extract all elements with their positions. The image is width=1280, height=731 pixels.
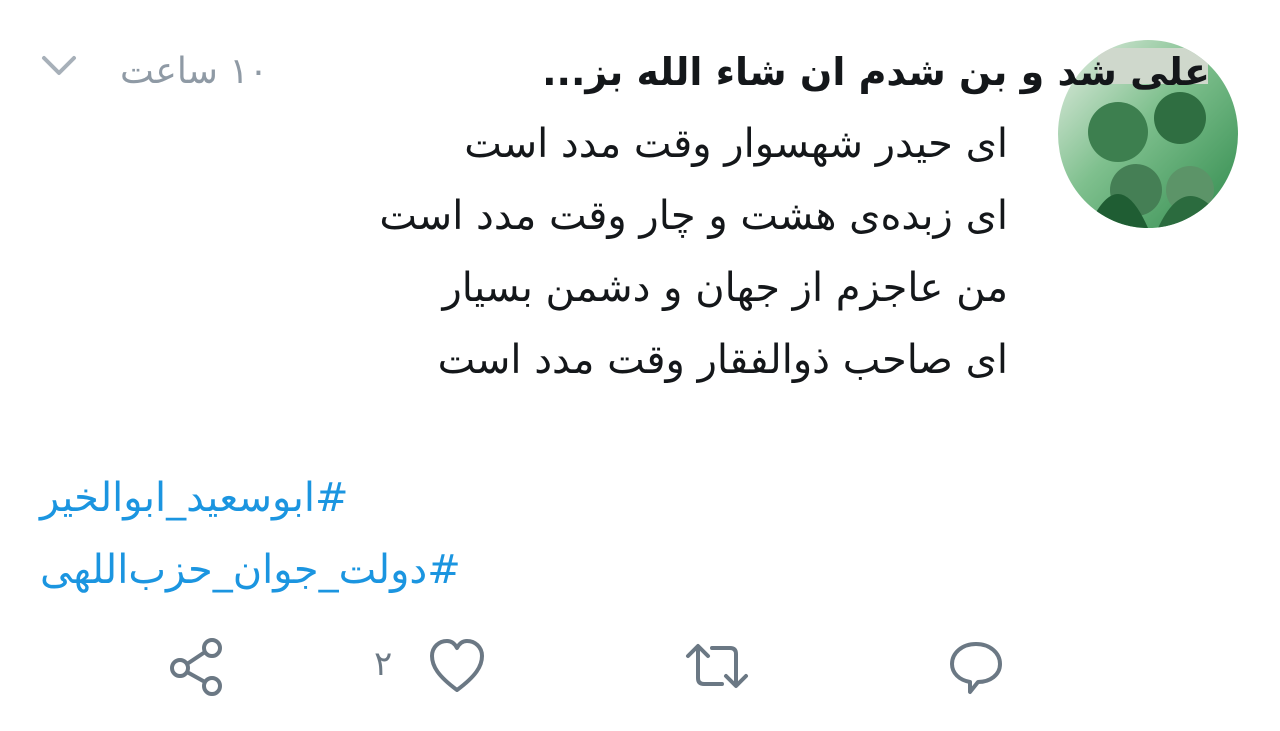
tweet: ۱۰ ساعت علی شد و بن شدم ان شاء الله بز..… — [0, 0, 1280, 731]
tweet-line: ای زبده‌ی هشت و چار وقت مدد است — [379, 193, 1008, 239]
tweet-line: من عاجزم از جهان و دشمن بسیار — [442, 265, 1008, 311]
heart-icon — [430, 639, 484, 692]
hashtag-link[interactable]: #دولت_جوان_حزب‌اللهی — [40, 534, 600, 606]
tweet-line: ای صاحب ذوالفقار وقت مدد است — [437, 337, 1008, 383]
tweet-text: ای حیدر شهسوار وقت مدد است ای زبده‌ی هشت… — [248, 108, 1008, 396]
reply-button[interactable] — [946, 634, 1006, 698]
tweet-timestamp[interactable]: ۱۰ ساعت — [120, 48, 310, 96]
tweet-line: ای حیدر شهسوار وقت مدد است — [464, 121, 1008, 167]
share-icon — [170, 638, 222, 696]
chevron-down-icon — [42, 56, 76, 75]
hashtag-link[interactable]: #ابوسعید_ابوالخیر — [40, 462, 600, 534]
hashtag-list: #ابوسعید_ابوالخیر #دولت_جوان_حزب‌اللهی — [40, 462, 600, 606]
like-button[interactable] — [428, 634, 486, 698]
reply-icon — [950, 642, 1002, 694]
retweet-icon — [686, 644, 748, 688]
author-name[interactable]: علی شد و بن شدم ان شاء الله بز... — [542, 44, 1210, 100]
like-count: ۲ — [374, 644, 393, 684]
retweet-button[interactable] — [682, 634, 752, 698]
share-button[interactable] — [168, 634, 228, 698]
more-options-button[interactable] — [38, 48, 80, 82]
